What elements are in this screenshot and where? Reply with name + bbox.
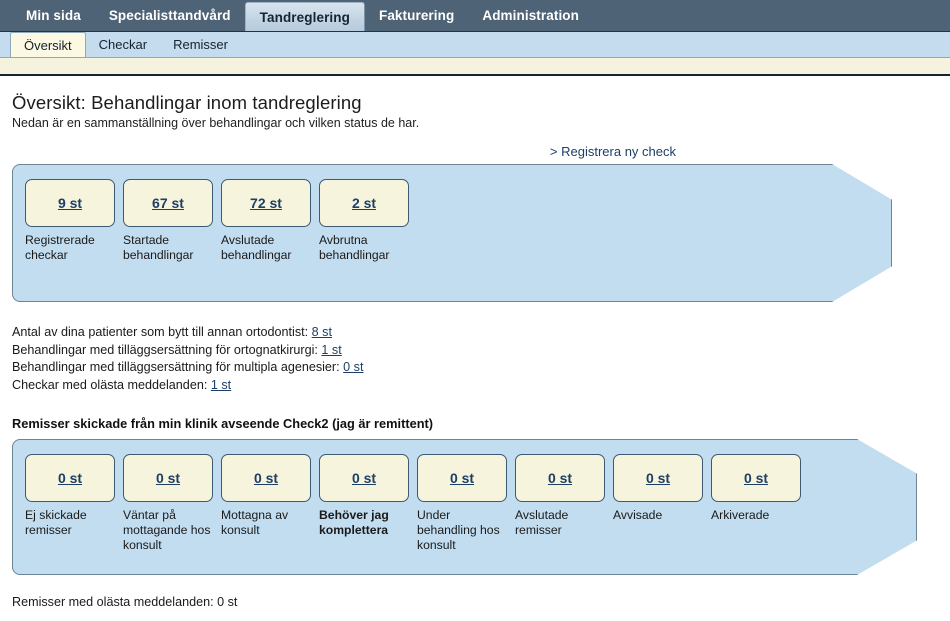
count-box-avslutade-behandlingar[interactable]: 72 st <box>221 179 311 227</box>
status-cell-avslutade-behandlingar: 72 st Avslutade behandlingar <box>221 179 311 263</box>
count-link-registrerade-checkar[interactable]: 9 st <box>58 195 82 211</box>
referrals-unread-footnote: Remisser med olästa meddelanden: 0 st <box>12 595 238 609</box>
label-under-behandling-hos-konsult: Under behandling hos konsult <box>417 508 500 552</box>
stat-value-ortognatkirurgi[interactable]: 1 st <box>321 343 341 357</box>
count-box-registrerade-checkar[interactable]: 9 st <box>25 179 115 227</box>
stat-row-bytt-ortodontist: Antal av dina patienter som bytt till an… <box>12 324 938 342</box>
count-box-avslutade-remisser[interactable]: 0 st <box>515 454 605 502</box>
treatments-status-panel: 9 st Registrerade checkar 67 st Startade… <box>12 164 892 302</box>
label-avvisade: Avvisade <box>613 508 663 522</box>
label-avslutade-remisser: Avslutade remisser <box>515 508 569 537</box>
count-link-avbrutna-behandlingar[interactable]: 2 st <box>352 195 376 211</box>
count-box-ej-skickade-remisser[interactable]: 0 st <box>25 454 115 502</box>
count-link-ej-skickade-remisser[interactable]: 0 st <box>58 470 82 486</box>
nav-tab-fakturering[interactable]: Fakturering <box>365 0 468 31</box>
status-cell-startade-behandlingar: 67 st Startade behandlingar <box>123 179 213 263</box>
stat-value-bytt-ortodontist[interactable]: 8 st <box>312 325 332 339</box>
main-navigation-bar: Min sida Specialisttandvård Tandreglerin… <box>0 0 950 32</box>
count-link-under-behandling-hos-konsult[interactable]: 0 st <box>450 470 474 486</box>
stat-label-multipla-agenesier: Behandlingar med tilläggsersättning för … <box>12 360 340 374</box>
referral-cell-vantar-pa-mottagande: 0 st Väntar på mottagande hos konsult <box>123 454 213 553</box>
stat-label-olasta-meddelanden: Checkar med olästa meddelanden: <box>12 377 208 392</box>
subnav-tab-remisser[interactable]: Remisser <box>160 32 241 57</box>
label-startade-behandlingar: Startade behandlingar <box>123 233 194 262</box>
referral-cell-under-behandling-hos-konsult: 0 st Under behandling hos konsult <box>417 454 507 553</box>
nav-tab-specialisttandvard[interactable]: Specialisttandvård <box>95 0 245 31</box>
nav-tab-administration[interactable]: Administration <box>468 0 593 31</box>
referral-cell-arkiverade: 0 st Arkiverade <box>711 454 801 553</box>
count-box-under-behandling-hos-konsult[interactable]: 0 st <box>417 454 507 502</box>
count-link-mottagna-av-konsult[interactable]: 0 st <box>254 470 278 486</box>
label-ej-skickade-remisser: Ej skickade remisser <box>25 508 87 537</box>
sub-navigation-bar: Översikt Checkar Remisser <box>0 32 950 58</box>
summary-statistics-list: Antal av dina patienter som bytt till an… <box>12 324 938 394</box>
referral-cell-mottagna-av-konsult: 0 st Mottagna av konsult <box>221 454 311 553</box>
label-mottagna-av-konsult: Mottagna av konsult <box>221 508 289 537</box>
label-arkiverade: Arkiverade <box>711 508 770 522</box>
count-link-behover-jag-komplettera[interactable]: 0 st <box>352 470 376 486</box>
stat-row-olasta-meddelanden: Checkar med olästa meddelanden: 1 st <box>12 377 938 395</box>
status-cell-avbrutna-behandlingar: 2 st Avbrutna behandlingar <box>319 179 409 263</box>
count-link-avslutade-behandlingar[interactable]: 72 st <box>250 195 282 211</box>
page-subtitle: Nedan är en sammanställning över behandl… <box>12 116 420 130</box>
count-link-avslutade-remisser[interactable]: 0 st <box>548 470 572 486</box>
count-link-vantar-pa-mottagande[interactable]: 0 st <box>156 470 180 486</box>
treatments-box-row: 9 st Registrerade checkar 67 st Startade… <box>13 165 891 263</box>
nav-tab-tandreglering[interactable]: Tandreglering <box>244 2 365 31</box>
label-behover-jag-komplettera: Behöver jag komplettera <box>319 508 389 537</box>
referrals-panel-wrapper: 0 st Ej skickade remisser 0 st Väntar på… <box>12 439 938 575</box>
page-title: Översikt: Behandlingar inom tandreglerin… <box>12 92 362 113</box>
referral-cell-avslutade-remisser: 0 st Avslutade remisser <box>515 454 605 553</box>
page-content: Översikt: Behandlingar inom tandreglerin… <box>0 76 950 609</box>
referrals-status-panel: 0 st Ej skickade remisser 0 st Väntar på… <box>12 439 917 575</box>
label-registrerade-checkar: Registrerade checkar <box>25 233 95 262</box>
referrals-section-heading: Remisser skickade från min klinik avseen… <box>12 416 434 431</box>
subnav-tab-checkar[interactable]: Checkar <box>86 32 160 57</box>
count-box-mottagna-av-konsult[interactable]: 0 st <box>221 454 311 502</box>
count-box-behover-jag-komplettera[interactable]: 0 st <box>319 454 409 502</box>
count-box-startade-behandlingar[interactable]: 67 st <box>123 179 213 227</box>
stat-label-bytt-ortodontist: Antal av dina patienter som bytt till an… <box>12 325 309 339</box>
toolbar-strip <box>0 58 950 76</box>
count-box-arkiverade[interactable]: 0 st <box>711 454 801 502</box>
register-check-link-row: > Registrera ny check <box>12 144 938 160</box>
count-link-startade-behandlingar[interactable]: 67 st <box>152 195 184 211</box>
label-vantar-pa-mottagande: Väntar på mottagande hos konsult <box>123 508 211 552</box>
stat-value-olasta-meddelanden[interactable]: 1 st <box>211 378 231 392</box>
count-box-avbrutna-behandlingar[interactable]: 2 st <box>319 179 409 227</box>
stat-label-ortognatkirurgi: Behandlingar med tilläggsersättning för … <box>12 342 318 357</box>
count-link-arkiverade[interactable]: 0 st <box>744 470 768 486</box>
stat-value-multipla-agenesier[interactable]: 0 st <box>343 360 363 374</box>
treatments-panel-wrapper: 9 st Registrerade checkar 67 st Startade… <box>12 164 938 302</box>
subnav-tab-oversikt[interactable]: Översikt <box>10 32 86 57</box>
count-box-vantar-pa-mottagande[interactable]: 0 st <box>123 454 213 502</box>
referrals-box-row: 0 st Ej skickade remisser 0 st Väntar på… <box>13 440 916 553</box>
label-avslutade-behandlingar: Avslutade behandlingar <box>221 233 292 262</box>
nav-tab-min-sida[interactable]: Min sida <box>12 0 95 31</box>
referral-cell-behover-jag-komplettera: 0 st Behöver jag komplettera <box>319 454 409 553</box>
stat-row-ortognatkirurgi: Behandlingar med tilläggsersättning för … <box>12 342 938 360</box>
status-cell-registrerade-checkar: 9 st Registrerade checkar <box>25 179 115 263</box>
referral-cell-avvisade: 0 st Avvisade <box>613 454 703 553</box>
register-new-check-link[interactable]: > Registrera ny check <box>550 144 676 159</box>
count-box-avvisade[interactable]: 0 st <box>613 454 703 502</box>
stat-row-multipla-agenesier: Behandlingar med tilläggsersättning för … <box>12 359 938 377</box>
count-link-avvisade[interactable]: 0 st <box>646 470 670 486</box>
referral-cell-ej-skickade-remisser: 0 st Ej skickade remisser <box>25 454 115 553</box>
label-avbrutna-behandlingar: Avbrutna behandlingar <box>319 233 390 262</box>
